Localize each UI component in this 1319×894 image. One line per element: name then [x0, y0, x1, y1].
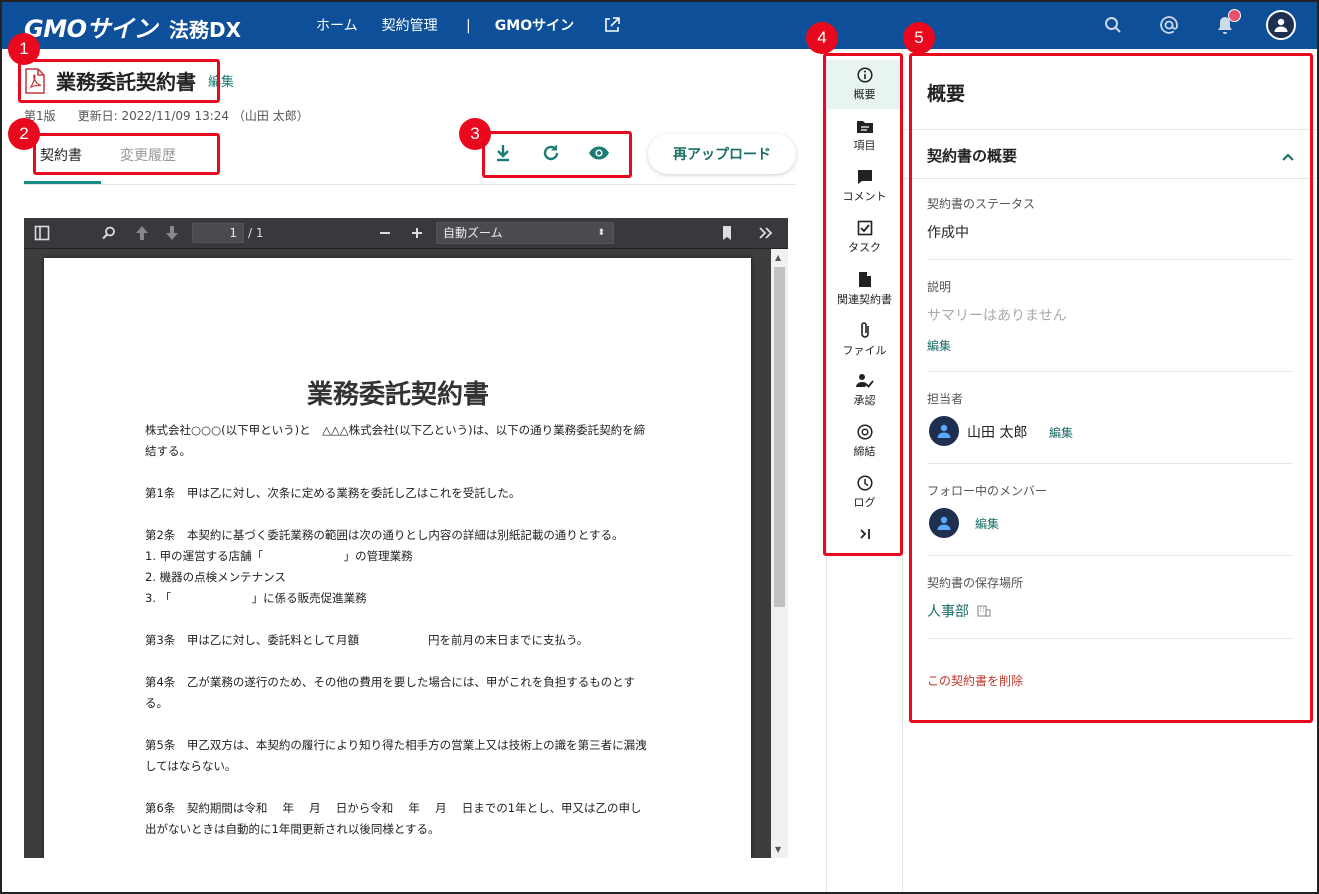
- page-number-input[interactable]: 1: [192, 223, 244, 243]
- annotation-box-3: [482, 131, 632, 178]
- pdf-scrollbar[interactable]: ▲ ▼: [771, 249, 788, 858]
- pdf-page-text: 業務委託契約書 株式会社○○○(以下甲という)と △△△株式会社(以下乙という)…: [145, 378, 651, 858]
- select-arrows-icon: ⬍: [597, 228, 605, 238]
- pdf-intro: 株式会社○○○(以下甲という)と △△△株式会社(以下乙という)は、以下の通り業…: [145, 423, 646, 458]
- bookmark-icon[interactable]: [721, 225, 733, 241]
- annotation-marker-3: 3: [459, 118, 491, 150]
- user-menu[interactable]: [1253, 9, 1309, 41]
- previous-page-icon[interactable]: [135, 225, 149, 241]
- annotation-box-5: [909, 53, 1313, 723]
- search-icon[interactable]: [1085, 9, 1141, 41]
- sidebar-toggle-icon[interactable]: [34, 225, 50, 241]
- bell-icon[interactable]: [1197, 9, 1253, 41]
- document-updated: 更新日: 2022/11/09 13:24 （山田 太郎）: [77, 109, 309, 123]
- brand-logo: GMOサイン: [24, 15, 157, 43]
- mention-icon[interactable]: [1141, 9, 1197, 41]
- annotation-marker-2: 2: [8, 118, 40, 150]
- zoom-select[interactable]: 自動ズーム ⬍: [436, 222, 614, 244]
- nav-gmo-sign[interactable]: GMOサイン: [495, 15, 620, 35]
- reupload-button[interactable]: 再アップロード: [648, 134, 796, 174]
- annotation-box-1: [18, 59, 220, 103]
- product-name: 法務DX: [168, 18, 242, 42]
- document-meta: 第1版 更新日: 2022/11/09 13:24 （山田 太郎）: [24, 107, 309, 124]
- scroll-thumb[interactable]: [774, 267, 785, 607]
- pdf-canvas[interactable]: 業務委託契約書 株式会社○○○(以下甲という)と △△△株式会社(以下乙という)…: [24, 249, 788, 858]
- page-total: / 1: [248, 226, 264, 240]
- pdf-article-6: 第6条 契約期間は令和 年 月 日から令和 年 月 日までの1年とし、甲又は乙の…: [145, 801, 642, 836]
- avatar: [1266, 10, 1296, 40]
- nav-contracts-label: 契約管理: [381, 18, 438, 34]
- annotation-box-4: [823, 53, 903, 556]
- notification-badge: [1228, 9, 1241, 22]
- pdf-toolbar: 1 / 1 自動ズーム ⬍: [24, 218, 788, 249]
- pdf-article-4: 第4条 乙が業務の遂行のため、その他の費用を要した場合には、甲がこれを負担するも…: [145, 675, 635, 710]
- annotation-marker-4: 4: [806, 22, 838, 54]
- annotation-box-2: [33, 133, 220, 175]
- nav-home[interactable]: ホーム: [316, 15, 358, 35]
- pdf-page: 業務委託契約書 株式会社○○○(以下甲という)と △△△株式会社(以下乙という)…: [44, 258, 751, 858]
- pdf-viewer: 1 / 1 自動ズーム ⬍ 業務委託契約書 株式会社○○○(以下甲という)と △…: [24, 218, 788, 858]
- brand[interactable]: GMOサイン 法務DX: [24, 9, 241, 44]
- nav-gmo-sign-label: GMOサイン: [494, 18, 575, 34]
- pdf-article-5: 第5条 甲乙双方は、本契約の履行により知り得た相手方の営業上又は技術上の識を第三…: [145, 738, 647, 773]
- annotation-marker-5: 5: [903, 22, 935, 54]
- pdf-article-3: 第3条 甲は乙に対し、委託料として月額 円を前月の末日までに支払う。: [145, 633, 589, 647]
- scroll-up-icon[interactable]: ▲: [775, 253, 781, 262]
- next-page-icon[interactable]: [165, 225, 179, 241]
- pdf-article-1: 第1条 甲は乙に対し、次条に定める業務を委託し乙はこれを受託した。: [145, 486, 521, 500]
- tabs-divider: [24, 184, 796, 185]
- scroll-down-icon[interactable]: ▼: [775, 845, 781, 854]
- header-icons: [1085, 9, 1309, 41]
- annotation-marker-1: 1: [8, 33, 40, 65]
- pdf-search-icon[interactable]: [102, 226, 116, 240]
- nav-contracts[interactable]: 契約管理 |: [382, 15, 471, 35]
- pdf-article-2-item: 3. 「 」に係る販売促進業務: [145, 591, 367, 605]
- zoom-select-value: 自動ズーム: [443, 226, 503, 240]
- zoom-out-icon[interactable]: [378, 225, 392, 241]
- pdf-article-2-item: 2. 機器の点検メンテナンス: [145, 570, 286, 584]
- zoom-in-icon[interactable]: [410, 225, 424, 241]
- external-link-icon: [605, 17, 620, 32]
- tools-expand-icon[interactable]: [758, 225, 774, 241]
- main-nav: ホーム 契約管理 | GMOサイン: [316, 15, 644, 35]
- pdf-article-2: 第2条 本契約に基づく委託業務の範囲は次の通りとし内容の詳細は別紙記載の通りとす…: [145, 528, 624, 542]
- pdf-heading: 業務委託契約書: [306, 380, 489, 410]
- pdf-article-2-item: 1. 甲の運営する店舗「 」の管理業務: [145, 549, 413, 563]
- top-header: GMOサイン 法務DX ホーム 契約管理 | GMOサイン: [0, 0, 1319, 49]
